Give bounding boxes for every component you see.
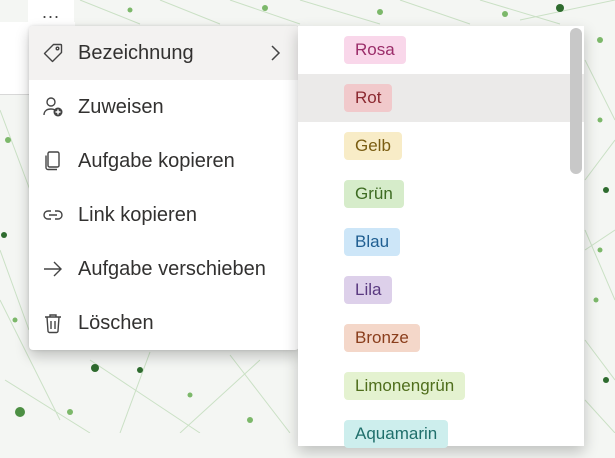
label-chip: Bronze — [344, 324, 420, 352]
label-chip: Grün — [344, 180, 404, 208]
label-option-gruen[interactable]: Grün — [298, 170, 584, 218]
assign-person-icon — [42, 96, 64, 118]
label-option-limonengruen[interactable]: Limonengrün — [298, 362, 584, 410]
label-submenu: Rosa Rot Gelb Grün Blau Lila Bronze Limo… — [298, 26, 584, 448]
menu-item-label: Link kopieren — [78, 203, 197, 226]
label-option-rot[interactable]: Rot — [298, 74, 584, 122]
scrollbar-thumb[interactable] — [570, 28, 582, 174]
label-chip: Blau — [344, 228, 401, 256]
link-icon — [42, 204, 64, 226]
menu-item-aufgabe-verschieben[interactable]: Aufgabe verschieben — [29, 242, 299, 296]
label-chip: Rosa — [344, 36, 406, 64]
label-chip: Lila — [344, 276, 393, 304]
label-option-blau[interactable]: Blau — [298, 218, 584, 266]
arrow-right-icon — [42, 258, 64, 280]
menu-item-aufgabe-kopieren[interactable]: Aufgabe kopieren — [29, 134, 299, 188]
menu-item-label: Löschen — [78, 311, 154, 334]
label-chip: Aquamarin — [344, 420, 449, 448]
label-option-aquamarin[interactable]: Aquamarin — [298, 410, 584, 458]
menu-item-link-kopieren[interactable]: Link kopieren — [29, 188, 299, 242]
label-chip: Gelb — [344, 132, 402, 160]
menu-item-label: Aufgabe verschieben — [78, 257, 266, 280]
label-option-gelb[interactable]: Gelb — [298, 122, 584, 170]
chevron-right-icon — [271, 45, 281, 61]
label-option-bronze[interactable]: Bronze — [298, 314, 584, 362]
menu-item-label: Bezeichnung — [78, 41, 194, 64]
menu-item-label: Aufgabe kopieren — [78, 149, 235, 172]
label-option-lila[interactable]: Lila — [298, 266, 584, 314]
copy-icon — [42, 150, 64, 172]
trash-icon — [42, 312, 64, 334]
context-menu: Bezeichnung Zuweisen Aufgabe kopieren Li… — [29, 26, 299, 350]
label-chip: Rot — [344, 84, 393, 112]
label-chip: Limonengrün — [344, 372, 466, 400]
label-option-rosa[interactable]: Rosa — [298, 26, 584, 74]
more-options-button[interactable]: ... — [28, 0, 74, 24]
submenu-scrollbar[interactable] — [569, 26, 584, 433]
menu-item-loeschen[interactable]: Löschen — [29, 296, 299, 350]
menu-item-zuweisen[interactable]: Zuweisen — [29, 80, 299, 134]
tag-icon — [42, 42, 64, 64]
menu-item-bezeichnung[interactable]: Bezeichnung — [29, 26, 299, 80]
menu-item-label: Zuweisen — [78, 95, 164, 118]
